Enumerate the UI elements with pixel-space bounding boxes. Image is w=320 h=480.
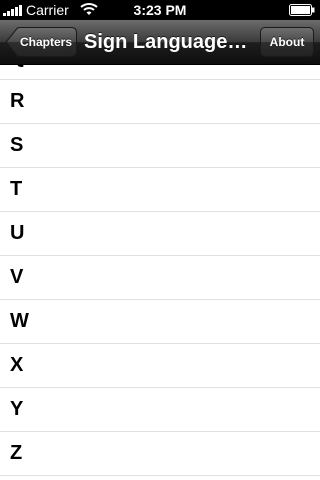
list-item[interactable]: V — [0, 256, 320, 300]
list-item[interactable]: S — [0, 124, 320, 168]
list-item-label: V — [10, 266, 24, 288]
list-item[interactable]: Q — [0, 65, 320, 80]
status-bar: Carrier 3:23 PM — [0, 0, 320, 20]
list-item[interactable]: R — [0, 80, 320, 124]
list-item-label: W — [10, 310, 29, 332]
app-screen: Carrier 3:23 PM Chapters Sign Language… … — [0, 0, 320, 480]
list-item-label: T — [10, 178, 23, 200]
list-item-label: Y — [10, 398, 24, 420]
navigation-bar: Chapters Sign Language… About — [0, 20, 320, 65]
battery-icon — [289, 4, 315, 16]
letter-list[interactable]: Q R S T U V W X Y Z — [0, 65, 320, 480]
letter-list-content: Q R S T U V W X Y Z — [0, 65, 320, 476]
list-item[interactable]: X — [0, 344, 320, 388]
list-item[interactable]: Z — [0, 432, 320, 476]
list-item-label: U — [10, 222, 25, 244]
status-time: 3:23 PM — [133, 2, 187, 18]
list-item[interactable]: U — [0, 212, 320, 256]
list-item-label: Q — [10, 65, 26, 79]
chapters-back-button[interactable]: Chapters — [5, 27, 77, 57]
list-item[interactable]: W — [0, 300, 320, 344]
list-item-label: S — [10, 134, 24, 156]
list-item-label: Z — [10, 442, 23, 464]
about-button[interactable]: About — [260, 27, 314, 57]
list-item-label: R — [10, 90, 25, 112]
list-item[interactable]: T — [0, 168, 320, 212]
chapters-back-label: Chapters — [19, 35, 72, 49]
page-title: Sign Language… — [84, 31, 248, 53]
list-item-label: X — [10, 354, 24, 376]
list-item[interactable]: Y — [0, 388, 320, 432]
